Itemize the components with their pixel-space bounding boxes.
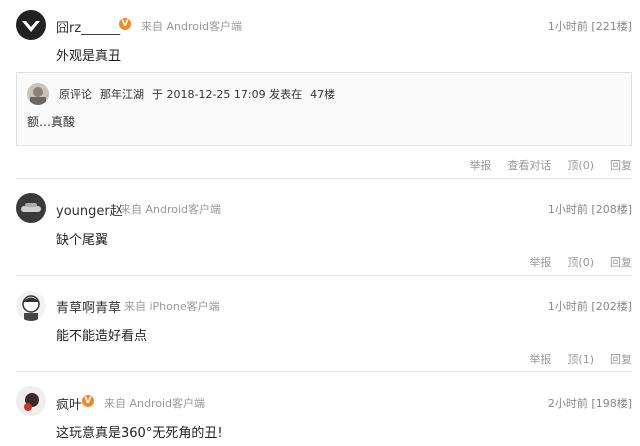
view-conversation-button[interactable]: 查看对话 [507, 159, 551, 172]
upvote-button[interactable]: 顶(1) [567, 353, 594, 366]
report-button[interactable]: 举报 [469, 159, 491, 172]
quote-author[interactable]: 那年江湖 [100, 88, 144, 101]
quote-text: 额…真酸 [27, 115, 76, 129]
quote-floor: 47楼 [310, 88, 336, 101]
avatar[interactable] [16, 386, 46, 416]
comment-actions: 举报 顶(0) 回复 [513, 254, 632, 270]
comment-source: 来自 Android客户端 [104, 397, 206, 410]
comment-text: 这玩意真是360°无死角的丑! [56, 426, 223, 441]
comment-item: younger赵 来自 Android客户端 1小时前 [208楼] 缺个尾翼 … [0, 180, 640, 276]
comment-meta: 2小时前 [198楼] [547, 397, 632, 410]
comment-item: 疯叶 V 来自 Android客户端 2小时前 [198楼] 这玩意真是360°… [0, 372, 640, 446]
vip-badge-icon: V [119, 18, 131, 30]
report-button[interactable]: 举报 [529, 256, 551, 269]
divider [16, 178, 632, 179]
comment-text: 外观是真丑 [56, 49, 122, 64]
report-button[interactable]: 举报 [529, 353, 551, 366]
upvote-button[interactable]: 顶(0) [567, 256, 594, 269]
commenter-name[interactable]: 囧rz______ [56, 17, 120, 36]
comment-actions: 举报 顶(1) 回复 [513, 351, 632, 367]
avatar[interactable] [16, 10, 46, 40]
comment-meta: 1小时前 [202楼] [547, 300, 632, 313]
comment-meta: 1小时前 [221楼] [547, 20, 632, 33]
commenter-name[interactable]: younger赵 [56, 200, 123, 219]
comment-text: 缺个尾翼 [56, 233, 109, 248]
comment-source: 来自 Android客户端 [141, 20, 243, 33]
comment-actions: 举报 查看对话 顶(0) 回复 [453, 157, 632, 173]
vip-badge-icon: V [82, 395, 94, 407]
comment-source: 来自 Android客户端 [120, 203, 222, 216]
reply-button[interactable]: 回复 [610, 353, 632, 366]
comment-item: 青草啊青草 来自 iPhone客户端 1小时前 [202楼] 能不能造好看点 举… [0, 276, 640, 372]
comment-meta: 1小时前 [208楼] [547, 203, 632, 216]
quote-date: 于 2018-12-25 17:09 发表在 [152, 88, 303, 101]
quote-label: 原评论 [59, 88, 92, 101]
commenter-name[interactable]: 青草啊青草 [56, 297, 121, 316]
upvote-button[interactable]: 顶(0) [567, 159, 594, 172]
avatar[interactable] [16, 291, 46, 321]
reply-button[interactable]: 回复 [610, 256, 632, 269]
quoted-comment: 原评论 那年江湖于 2018-12-25 17:09 发表在 47楼 额…真酸 [16, 72, 632, 146]
comment-item: 囧rz______ V 来自 Android客户端 1小时前 [221楼] 外观… [0, 0, 640, 180]
quote-header: 原评论 那年江湖于 2018-12-25 17:09 发表在 47楼 [59, 86, 343, 102]
avatar[interactable] [16, 193, 46, 223]
avatar[interactable] [27, 83, 49, 105]
commenter-name[interactable]: 疯叶 [56, 394, 82, 413]
comment-source: 来自 iPhone客户端 [124, 300, 220, 313]
reply-button[interactable]: 回复 [610, 159, 632, 172]
comment-text: 能不能造好看点 [56, 329, 148, 344]
